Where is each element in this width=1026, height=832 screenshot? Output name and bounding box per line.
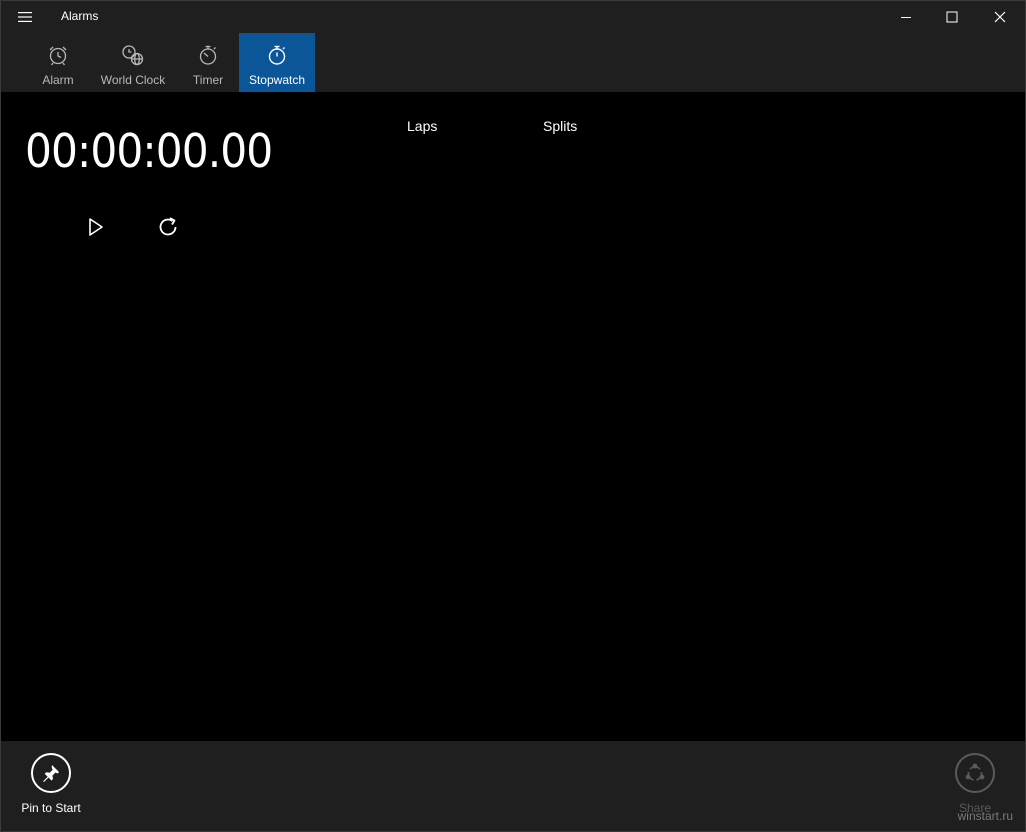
tab-world-clock[interactable]: World Clock bbox=[97, 33, 169, 92]
hamburger-menu-icon[interactable] bbox=[11, 7, 39, 27]
alarms-window: Alarms Alarm World Clock Timer Stopwatch… bbox=[0, 0, 1026, 832]
world-clock-icon bbox=[121, 43, 145, 67]
play-icon bbox=[89, 218, 103, 236]
close-button[interactable] bbox=[977, 1, 1023, 33]
tab-bar: Alarm World Clock Timer Stopwatch bbox=[1, 33, 1025, 92]
watermark-text: winstart.ru bbox=[957, 809, 1013, 823]
share-icon bbox=[955, 753, 995, 793]
app-title: Alarms bbox=[61, 9, 99, 23]
pin-icon bbox=[31, 753, 71, 793]
splits-header: Splits bbox=[543, 118, 578, 134]
minimize-button[interactable] bbox=[883, 1, 929, 33]
tab-timer[interactable]: Timer bbox=[183, 33, 233, 92]
reset-button[interactable] bbox=[153, 212, 183, 242]
tab-label: World Clock bbox=[100, 73, 166, 87]
command-bar: Pin to Start Share winstart.ru bbox=[1, 741, 1025, 831]
pin-to-start-button[interactable]: Pin to Start bbox=[11, 753, 91, 823]
tab-label: Alarm bbox=[42, 73, 74, 87]
stopwatch-panel: 00:00:00.00 Laps Splits bbox=[1, 92, 1025, 741]
tab-alarm[interactable]: Alarm bbox=[33, 33, 83, 92]
start-button[interactable] bbox=[81, 212, 111, 242]
reset-icon bbox=[159, 217, 177, 236]
pin-label: Pin to Start bbox=[21, 801, 81, 815]
alarm-clock-icon bbox=[47, 43, 69, 67]
tab-label: Stopwatch bbox=[248, 73, 306, 87]
tab-label: Timer bbox=[192, 73, 224, 87]
laps-header: Laps bbox=[407, 118, 438, 134]
maximize-button[interactable] bbox=[929, 1, 975, 33]
timer-icon bbox=[197, 43, 219, 67]
stopwatch-icon bbox=[266, 43, 288, 67]
title-bar: Alarms bbox=[1, 1, 1025, 33]
stopwatch-time-display: 00:00:00.00 bbox=[25, 124, 273, 178]
tab-stopwatch[interactable]: Stopwatch bbox=[239, 33, 315, 92]
